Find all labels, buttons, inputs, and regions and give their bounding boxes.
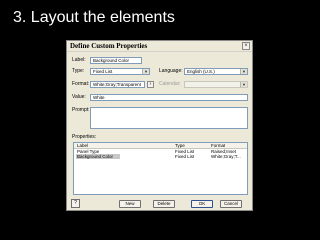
language-caption: Language: <box>159 68 183 74</box>
prompt-caption: Prompt: <box>72 107 90 113</box>
delete-button[interactable]: Delete <box>153 200 175 208</box>
type-select[interactable]: Fixed List ▼ <box>90 68 150 75</box>
language-select[interactable]: English (U.S.) ▼ <box>184 68 248 75</box>
chevron-down-icon: ▼ <box>240 82 247 87</box>
column-header-type[interactable]: Type <box>175 143 185 148</box>
value-input[interactable]: White <box>90 94 248 101</box>
chevron-down-icon: ▼ <box>142 69 149 74</box>
prompt-input[interactable] <box>90 107 248 129</box>
define-custom-properties-dialog: Define Custom Properties × Label: Backgr… <box>66 40 253 211</box>
row-type: Fixed List <box>175 154 195 159</box>
label-input[interactable]: Background Color <box>90 57 142 64</box>
close-icon[interactable]: × <box>242 42 250 50</box>
table-row-rest: Fixed List White;Gray;T... <box>74 154 247 159</box>
chevron-down-icon: ▼ <box>240 69 247 74</box>
dialog-titlebar: Define Custom Properties × <box>67 41 252 52</box>
help-icon[interactable]: ? <box>71 199 80 208</box>
calendar-caption: Calendar: <box>159 81 181 87</box>
calendar-select: ▼ <box>184 81 248 88</box>
properties-caption: Properties: <box>72 134 97 140</box>
column-header-label[interactable]: Label <box>77 143 88 148</box>
properties-list[interactable]: Label Type Format Panel Type Fixed List … <box>73 142 248 195</box>
new-button[interactable]: New <box>119 200 141 208</box>
ok-button[interactable]: OK <box>191 200 213 208</box>
type-caption: Type: <box>72 68 85 74</box>
slide-title: 3. Layout the elements <box>13 9 175 26</box>
dialog-title: Define Custom Properties <box>70 42 148 50</box>
format-caption: Format: <box>72 81 90 87</box>
column-header-format[interactable]: Format <box>211 143 225 148</box>
type-select-value: Fixed List <box>93 69 113 74</box>
language-select-value: English (U.S.) <box>187 69 215 74</box>
label-caption: Label: <box>72 57 86 63</box>
row-format: White;Gray;T... <box>211 154 241 159</box>
format-input[interactable]: White;Gray;Transparent <box>90 81 145 88</box>
cancel-button[interactable]: Cancel <box>220 200 242 208</box>
format-browse-button[interactable]: › <box>147 81 154 88</box>
value-caption: Value: <box>72 94 86 100</box>
